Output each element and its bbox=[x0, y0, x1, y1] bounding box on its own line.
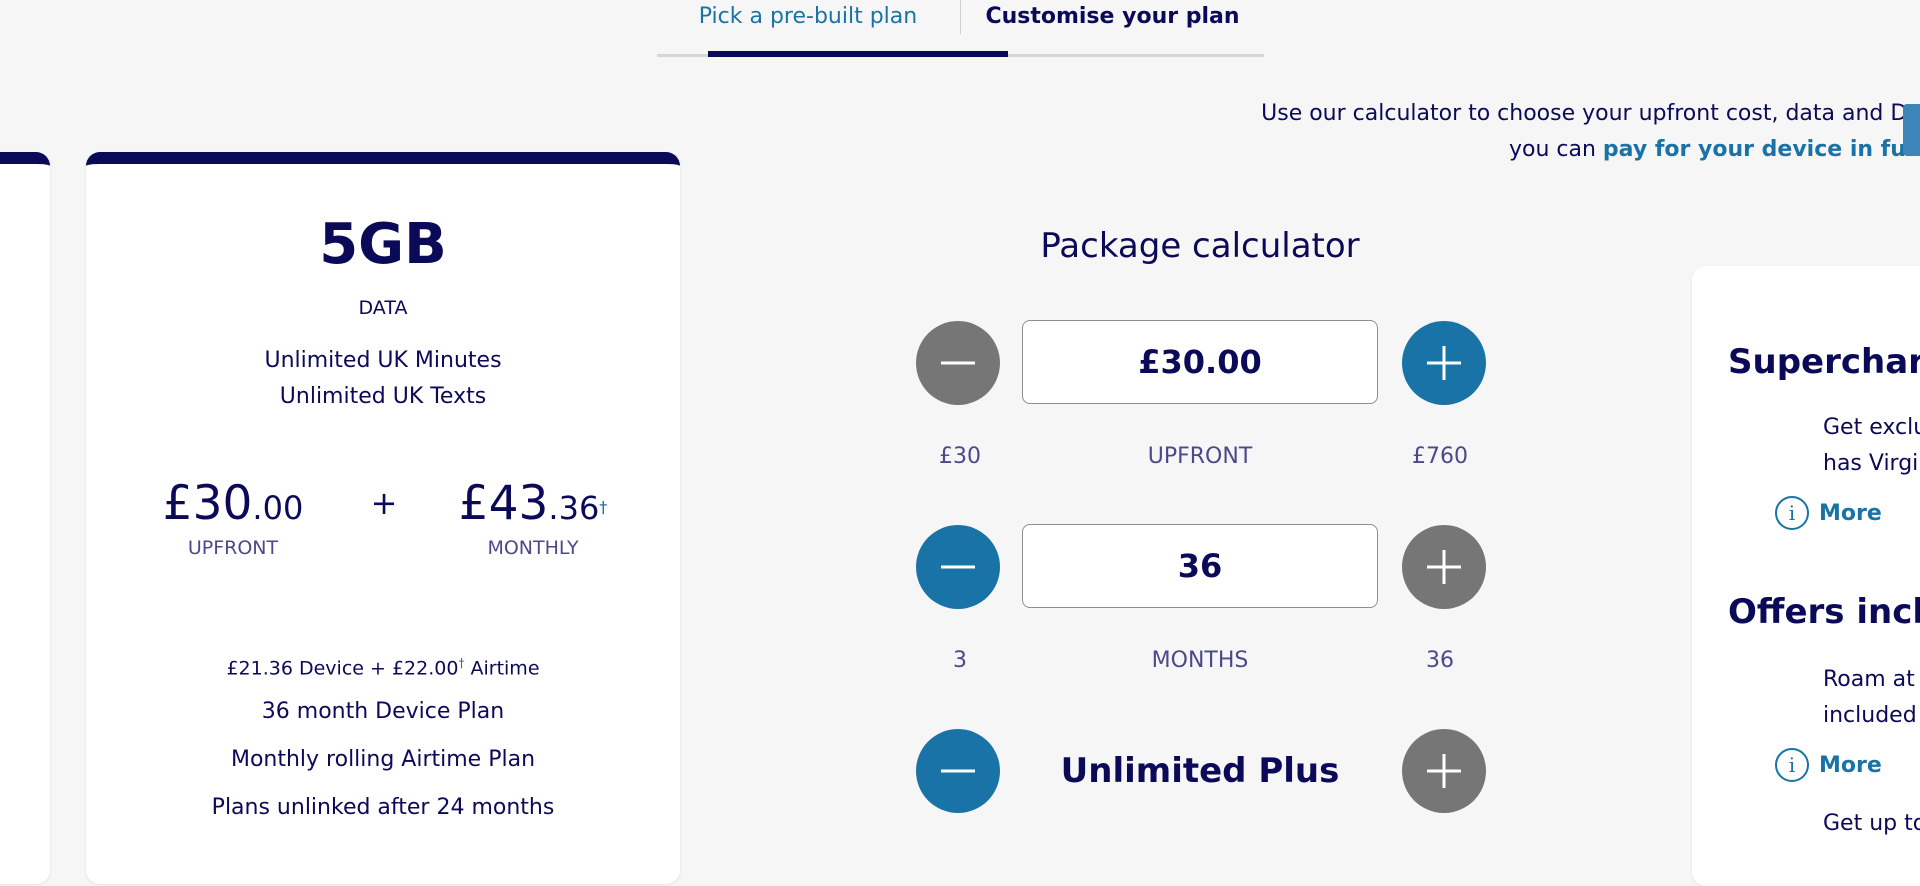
upfront-label-calc: UPFRONT bbox=[1147, 444, 1253, 469]
plan-card-previous[interactable] bbox=[0, 152, 50, 884]
monthly-label: MONTHLY bbox=[487, 537, 579, 559]
plus-sign: + bbox=[370, 484, 398, 522]
supercharge-text-line-1: Get exclu bbox=[1823, 415, 1920, 440]
months-min: 3 bbox=[953, 648, 967, 673]
intro-line-2: you can pay for your device in full. bbox=[1180, 132, 1920, 168]
monthly-price: £43.36† bbox=[438, 476, 628, 531]
tab-prebuilt-plan[interactable]: Pick a pre-built plan bbox=[697, 4, 919, 29]
minus-icon bbox=[941, 565, 975, 569]
monthly-price-decimals: .36 bbox=[548, 489, 600, 527]
breakdown-airtime: Airtime bbox=[464, 657, 540, 680]
plus-icon bbox=[1427, 754, 1461, 788]
calculator-intro: Use our calculator to choose your upfron… bbox=[1180, 96, 1920, 168]
months-increase-button[interactable] bbox=[1402, 525, 1486, 609]
data-decrease-button[interactable] bbox=[916, 729, 1000, 813]
months-decrease-button[interactable] bbox=[916, 525, 1000, 609]
intro-line-2-prefix: you can bbox=[1508, 137, 1603, 162]
pay-in-full-link[interactable]: pay for your device in full bbox=[1603, 137, 1920, 162]
plan-data-amount: 5GB bbox=[319, 212, 447, 277]
upfront-decrease-button[interactable] bbox=[916, 321, 1000, 405]
airtime-plan-term: Monthly rolling Airtime Plan bbox=[230, 747, 536, 772]
offers-heading: Offers inclu bbox=[1728, 592, 1920, 632]
tab-active-indicator bbox=[708, 51, 1008, 57]
intro-line-1: Use our calculator to choose your upfron… bbox=[1261, 101, 1920, 126]
info-icon: i bbox=[1775, 496, 1809, 530]
minus-icon bbox=[941, 361, 975, 365]
monthly-price-main: £43 bbox=[458, 476, 549, 531]
offers-more-link[interactable]: i More bbox=[1775, 748, 1882, 782]
minus-icon bbox=[941, 769, 975, 773]
upfront-price: £30.00 bbox=[138, 476, 328, 531]
plan-texts: Unlimited UK Texts bbox=[279, 384, 487, 409]
scrollbar-handle[interactable] bbox=[1903, 104, 1920, 156]
supercharge-more-link[interactable]: i More bbox=[1775, 496, 1882, 530]
data-value: Unlimited Plus bbox=[1060, 751, 1340, 791]
plan-data-label: DATA bbox=[358, 297, 408, 319]
upfront-max: £760 bbox=[1412, 444, 1468, 469]
calculator-title: Package calculator bbox=[1040, 226, 1360, 266]
plus-icon bbox=[1427, 550, 1461, 584]
supercharge-heading: Supercharg bbox=[1728, 342, 1920, 382]
tab-divider bbox=[960, 0, 961, 34]
breakdown-device: £21.36 Device + £22.00 bbox=[226, 657, 459, 680]
plus-icon bbox=[1427, 346, 1461, 380]
monthly-dagger: † bbox=[599, 497, 608, 517]
upfront-min: £30 bbox=[939, 444, 981, 469]
offers-text-line-1: Roam at bbox=[1823, 667, 1915, 692]
offers-more-label: More bbox=[1819, 752, 1882, 778]
upfront-price-decimals: .00 bbox=[252, 489, 304, 527]
upfront-label: UPFRONT bbox=[187, 537, 279, 559]
supercharge-text-line-2: has Virgi bbox=[1823, 451, 1919, 476]
months-max: 36 bbox=[1426, 648, 1454, 673]
upfront-value-field[interactable]: £30.00 bbox=[1022, 320, 1378, 404]
data-increase-button[interactable] bbox=[1402, 729, 1486, 813]
offers-text-line-3: Get up to bbox=[1823, 811, 1920, 836]
device-plan-term: 36 month Device Plan bbox=[261, 699, 505, 724]
supercharge-more-label: More bbox=[1819, 500, 1882, 526]
info-icon: i bbox=[1775, 748, 1809, 782]
months-label-calc: MONTHS bbox=[1151, 648, 1249, 673]
upfront-increase-button[interactable] bbox=[1402, 321, 1486, 405]
plan-minutes: Unlimited UK Minutes bbox=[264, 348, 502, 373]
offers-text-line-2: included bbox=[1823, 703, 1917, 728]
price-breakdown: £21.36 Device + £22.00† Airtime bbox=[86, 656, 680, 679]
tab-customise-plan[interactable]: Customise your plan bbox=[980, 4, 1245, 29]
months-value-field[interactable]: 36 bbox=[1022, 524, 1378, 608]
upfront-price-main: £30 bbox=[162, 476, 253, 531]
plans-unlinked-note: Plans unlinked after 24 months bbox=[211, 795, 555, 820]
